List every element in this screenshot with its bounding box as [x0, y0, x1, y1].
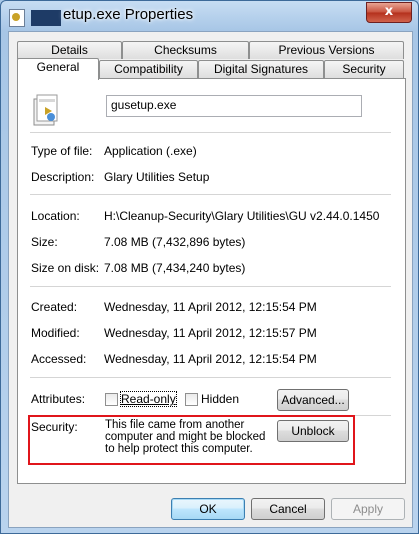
cancel-button[interactable]: Cancel: [251, 498, 325, 520]
hidden-checkbox[interactable]: [185, 393, 198, 406]
tab-digital-signatures[interactable]: Digital Signatures: [198, 60, 324, 78]
readonly-checkbox[interactable]: [105, 393, 118, 406]
separator: [30, 194, 391, 195]
tab-previous-versions[interactable]: Previous Versions: [249, 41, 404, 59]
separator: [30, 286, 391, 287]
separator: [30, 377, 391, 378]
separator: [30, 132, 391, 133]
size-label: Size:: [31, 235, 58, 249]
description-label: Description:: [31, 170, 95, 184]
created-label: Created:: [31, 300, 78, 314]
apply-button[interactable]: Apply: [331, 498, 405, 520]
size-on-disk-label: Size on disk:: [31, 261, 100, 275]
attributes-label: Attributes:: [31, 392, 86, 406]
tab-security[interactable]: Security: [324, 60, 404, 78]
redacted-title-part: [31, 10, 61, 26]
accessed-value: Wednesday, 11 April 2012, 12:15:54 PM: [104, 352, 317, 366]
window-title: etup.exe Properties: [63, 6, 194, 23]
title-bar[interactable]: etup.exe Properties x: [1, 1, 418, 31]
modified-label: Modified:: [31, 326, 80, 340]
created-value: Wednesday, 11 April 2012, 12:15:54 PM: [104, 300, 317, 314]
description-value: Glary Utilities Setup: [104, 170, 210, 184]
tab-general[interactable]: General: [17, 58, 99, 80]
hidden-checkbox-label[interactable]: Hidden: [201, 392, 239, 406]
close-button[interactable]: x: [366, 2, 412, 23]
security-highlight-box: [28, 415, 355, 465]
file-name-field[interactable]: gusetup.exe: [106, 95, 362, 117]
type-of-file-label: Type of file:: [31, 144, 93, 158]
general-tab-panel: gusetup.exe Type of file: Application (.…: [17, 78, 406, 484]
type-of-file-value: Application (.exe): [104, 144, 197, 158]
ok-button[interactable]: OK: [171, 498, 245, 520]
advanced-button[interactable]: Advanced...: [277, 389, 349, 411]
size-on-disk-value: 7.08 MB (7,434,240 bytes): [104, 261, 246, 275]
tab-compatibility[interactable]: Compatibility: [99, 60, 198, 78]
size-value: 7.08 MB (7,432,896 bytes): [104, 235, 246, 249]
accessed-label: Accessed:: [31, 352, 87, 366]
modified-value: Wednesday, 11 April 2012, 12:15:57 PM: [104, 326, 317, 340]
location-label: Location:: [31, 209, 80, 223]
dialog-client-area: Details Checksums Previous Versions Gene…: [8, 31, 413, 528]
tab-details[interactable]: Details: [17, 41, 122, 59]
location-value: H:\Cleanup-Security\Glary Utilities\GU v…: [104, 209, 380, 223]
application-file-icon: [33, 94, 58, 126]
readonly-checkbox-label[interactable]: Read-only: [120, 391, 177, 407]
properties-window: etup.exe Properties x Details Checksums …: [0, 0, 419, 534]
tab-checksums[interactable]: Checksums: [122, 41, 249, 59]
file-icon: [9, 9, 25, 27]
